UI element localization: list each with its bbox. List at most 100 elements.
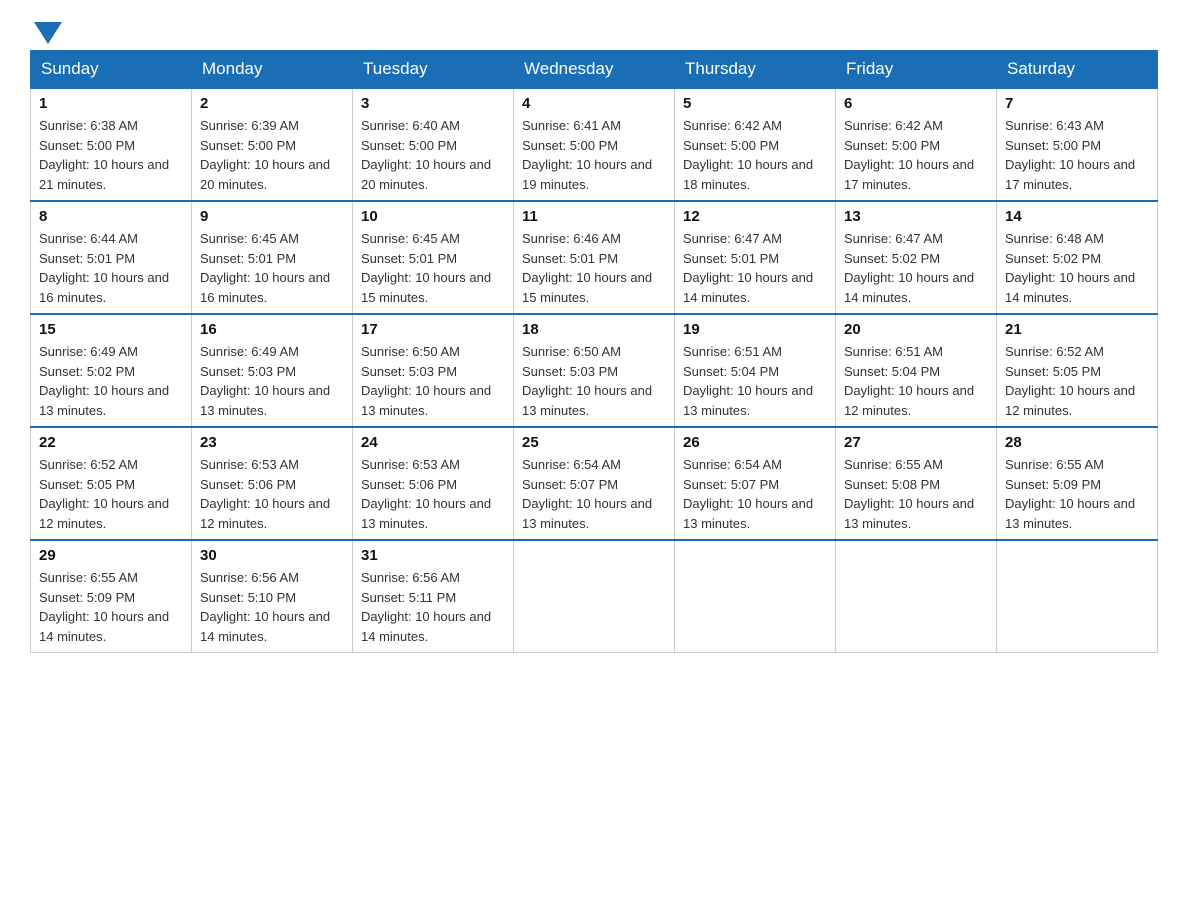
day-info: Sunrise: 6:54 AM Sunset: 5:07 PM Dayligh… [522, 455, 666, 533]
logo [30, 20, 62, 40]
day-header-saturday: Saturday [997, 51, 1158, 89]
calendar-cell: 17 Sunrise: 6:50 AM Sunset: 5:03 PM Dayl… [353, 314, 514, 427]
calendar-cell: 26 Sunrise: 6:54 AM Sunset: 5:07 PM Dayl… [675, 427, 836, 540]
day-info: Sunrise: 6:56 AM Sunset: 5:11 PM Dayligh… [361, 568, 505, 646]
day-info: Sunrise: 6:56 AM Sunset: 5:10 PM Dayligh… [200, 568, 344, 646]
day-info: Sunrise: 6:44 AM Sunset: 5:01 PM Dayligh… [39, 229, 183, 307]
calendar-week-row: 15 Sunrise: 6:49 AM Sunset: 5:02 PM Dayl… [31, 314, 1158, 427]
calendar-cell: 29 Sunrise: 6:55 AM Sunset: 5:09 PM Dayl… [31, 540, 192, 653]
day-info: Sunrise: 6:53 AM Sunset: 5:06 PM Dayligh… [361, 455, 505, 533]
page-header [30, 20, 1158, 40]
calendar-cell: 24 Sunrise: 6:53 AM Sunset: 5:06 PM Dayl… [353, 427, 514, 540]
day-info: Sunrise: 6:38 AM Sunset: 5:00 PM Dayligh… [39, 116, 183, 194]
day-number: 5 [683, 95, 827, 112]
day-info: Sunrise: 6:50 AM Sunset: 5:03 PM Dayligh… [522, 342, 666, 420]
day-number: 19 [683, 321, 827, 338]
day-info: Sunrise: 6:43 AM Sunset: 5:00 PM Dayligh… [1005, 116, 1149, 194]
day-info: Sunrise: 6:47 AM Sunset: 5:01 PM Dayligh… [683, 229, 827, 307]
calendar-header-row: SundayMondayTuesdayWednesdayThursdayFrid… [31, 51, 1158, 89]
day-number: 24 [361, 434, 505, 451]
day-info: Sunrise: 6:46 AM Sunset: 5:01 PM Dayligh… [522, 229, 666, 307]
calendar-cell: 28 Sunrise: 6:55 AM Sunset: 5:09 PM Dayl… [997, 427, 1158, 540]
day-number: 4 [522, 95, 666, 112]
calendar-cell: 21 Sunrise: 6:52 AM Sunset: 5:05 PM Dayl… [997, 314, 1158, 427]
day-info: Sunrise: 6:42 AM Sunset: 5:00 PM Dayligh… [844, 116, 988, 194]
day-number: 15 [39, 321, 183, 338]
day-info: Sunrise: 6:40 AM Sunset: 5:00 PM Dayligh… [361, 116, 505, 194]
day-info: Sunrise: 6:47 AM Sunset: 5:02 PM Dayligh… [844, 229, 988, 307]
day-info: Sunrise: 6:49 AM Sunset: 5:03 PM Dayligh… [200, 342, 344, 420]
day-number: 9 [200, 208, 344, 225]
day-info: Sunrise: 6:55 AM Sunset: 5:09 PM Dayligh… [39, 568, 183, 646]
calendar-cell: 4 Sunrise: 6:41 AM Sunset: 5:00 PM Dayli… [514, 88, 675, 201]
day-info: Sunrise: 6:51 AM Sunset: 5:04 PM Dayligh… [683, 342, 827, 420]
calendar-cell: 1 Sunrise: 6:38 AM Sunset: 5:00 PM Dayli… [31, 88, 192, 201]
day-number: 18 [522, 321, 666, 338]
calendar-cell: 13 Sunrise: 6:47 AM Sunset: 5:02 PM Dayl… [836, 201, 997, 314]
day-info: Sunrise: 6:53 AM Sunset: 5:06 PM Dayligh… [200, 455, 344, 533]
calendar-cell: 23 Sunrise: 6:53 AM Sunset: 5:06 PM Dayl… [192, 427, 353, 540]
calendar-cell: 12 Sunrise: 6:47 AM Sunset: 5:01 PM Dayl… [675, 201, 836, 314]
day-number: 25 [522, 434, 666, 451]
day-number: 11 [522, 208, 666, 225]
calendar-cell: 6 Sunrise: 6:42 AM Sunset: 5:00 PM Dayli… [836, 88, 997, 201]
calendar-cell: 9 Sunrise: 6:45 AM Sunset: 5:01 PM Dayli… [192, 201, 353, 314]
calendar-cell: 2 Sunrise: 6:39 AM Sunset: 5:00 PM Dayli… [192, 88, 353, 201]
calendar-cell: 31 Sunrise: 6:56 AM Sunset: 5:11 PM Dayl… [353, 540, 514, 653]
day-number: 26 [683, 434, 827, 451]
calendar-cell [675, 540, 836, 653]
day-number: 6 [844, 95, 988, 112]
calendar-week-row: 8 Sunrise: 6:44 AM Sunset: 5:01 PM Dayli… [31, 201, 1158, 314]
day-number: 8 [39, 208, 183, 225]
day-number: 14 [1005, 208, 1149, 225]
calendar-cell: 7 Sunrise: 6:43 AM Sunset: 5:00 PM Dayli… [997, 88, 1158, 201]
day-info: Sunrise: 6:41 AM Sunset: 5:00 PM Dayligh… [522, 116, 666, 194]
calendar-cell [836, 540, 997, 653]
calendar-cell: 10 Sunrise: 6:45 AM Sunset: 5:01 PM Dayl… [353, 201, 514, 314]
day-number: 10 [361, 208, 505, 225]
day-info: Sunrise: 6:45 AM Sunset: 5:01 PM Dayligh… [361, 229, 505, 307]
day-header-wednesday: Wednesday [514, 51, 675, 89]
day-header-monday: Monday [192, 51, 353, 89]
day-number: 28 [1005, 434, 1149, 451]
day-number: 3 [361, 95, 505, 112]
calendar-cell: 18 Sunrise: 6:50 AM Sunset: 5:03 PM Dayl… [514, 314, 675, 427]
day-info: Sunrise: 6:39 AM Sunset: 5:00 PM Dayligh… [200, 116, 344, 194]
day-number: 30 [200, 547, 344, 564]
day-info: Sunrise: 6:54 AM Sunset: 5:07 PM Dayligh… [683, 455, 827, 533]
calendar-cell: 16 Sunrise: 6:49 AM Sunset: 5:03 PM Dayl… [192, 314, 353, 427]
calendar-week-row: 22 Sunrise: 6:52 AM Sunset: 5:05 PM Dayl… [31, 427, 1158, 540]
day-info: Sunrise: 6:45 AM Sunset: 5:01 PM Dayligh… [200, 229, 344, 307]
calendar-week-row: 29 Sunrise: 6:55 AM Sunset: 5:09 PM Dayl… [31, 540, 1158, 653]
day-info: Sunrise: 6:48 AM Sunset: 5:02 PM Dayligh… [1005, 229, 1149, 307]
day-info: Sunrise: 6:52 AM Sunset: 5:05 PM Dayligh… [39, 455, 183, 533]
calendar-cell: 11 Sunrise: 6:46 AM Sunset: 5:01 PM Dayl… [514, 201, 675, 314]
day-number: 13 [844, 208, 988, 225]
day-header-sunday: Sunday [31, 51, 192, 89]
calendar-week-row: 1 Sunrise: 6:38 AM Sunset: 5:00 PM Dayli… [31, 88, 1158, 201]
calendar-cell: 20 Sunrise: 6:51 AM Sunset: 5:04 PM Dayl… [836, 314, 997, 427]
calendar-cell: 19 Sunrise: 6:51 AM Sunset: 5:04 PM Dayl… [675, 314, 836, 427]
day-number: 20 [844, 321, 988, 338]
day-info: Sunrise: 6:49 AM Sunset: 5:02 PM Dayligh… [39, 342, 183, 420]
calendar-cell: 15 Sunrise: 6:49 AM Sunset: 5:02 PM Dayl… [31, 314, 192, 427]
day-number: 29 [39, 547, 183, 564]
calendar-cell [997, 540, 1158, 653]
day-info: Sunrise: 6:42 AM Sunset: 5:00 PM Dayligh… [683, 116, 827, 194]
calendar-table: SundayMondayTuesdayWednesdayThursdayFrid… [30, 50, 1158, 653]
day-number: 31 [361, 547, 505, 564]
day-number: 2 [200, 95, 344, 112]
day-number: 21 [1005, 321, 1149, 338]
day-header-thursday: Thursday [675, 51, 836, 89]
calendar-cell: 8 Sunrise: 6:44 AM Sunset: 5:01 PM Dayli… [31, 201, 192, 314]
calendar-cell: 25 Sunrise: 6:54 AM Sunset: 5:07 PM Dayl… [514, 427, 675, 540]
calendar-cell: 5 Sunrise: 6:42 AM Sunset: 5:00 PM Dayli… [675, 88, 836, 201]
day-number: 7 [1005, 95, 1149, 112]
day-info: Sunrise: 6:50 AM Sunset: 5:03 PM Dayligh… [361, 342, 505, 420]
day-header-tuesday: Tuesday [353, 51, 514, 89]
day-number: 12 [683, 208, 827, 225]
day-info: Sunrise: 6:51 AM Sunset: 5:04 PM Dayligh… [844, 342, 988, 420]
calendar-cell [514, 540, 675, 653]
calendar-cell: 3 Sunrise: 6:40 AM Sunset: 5:00 PM Dayli… [353, 88, 514, 201]
day-number: 16 [200, 321, 344, 338]
